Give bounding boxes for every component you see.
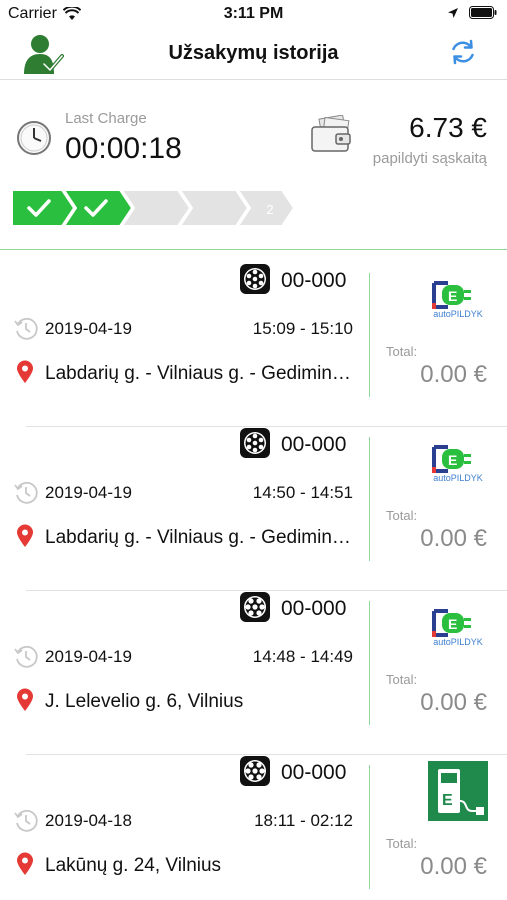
last-charge-label: Last Charge — [65, 110, 147, 127]
order-code: 00-000 — [281, 433, 347, 456]
type2-plug-icon — [239, 263, 271, 300]
ccs-plug-icon — [239, 755, 271, 792]
order-time: 15:09 - 15:10 — [252, 319, 353, 338]
history-clock-icon — [13, 316, 39, 347]
order-code: 00-000 — [281, 597, 347, 620]
svg-text:E: E — [448, 288, 457, 304]
svg-text:autoPILDYK: autoPILDYK — [433, 473, 483, 483]
refresh-icon[interactable] — [449, 38, 477, 71]
order-card-2[interactable]: 00-000 2019-04-19 14:50 - 14:51 Labdarių… — [0, 427, 507, 591]
progress-remaining-label: 2 — [266, 202, 273, 217]
order-address: J. Lelevelio g. 6, Vilnius — [45, 691, 244, 712]
history-clock-icon — [13, 808, 39, 839]
divider — [369, 601, 370, 725]
battery-icon — [469, 6, 497, 19]
topup-link[interactable]: papildyti sąskaitą — [373, 150, 487, 167]
total-label: Total: — [386, 672, 418, 687]
order-address: Lakūnų g. 24, Vilnius — [45, 855, 222, 876]
order-card-1[interactable]: 00-000 2019-04-19 15:09 - 15:10 Labdarių… — [0, 263, 507, 427]
svg-text:autoPILDYK: autoPILDYK — [433, 309, 483, 319]
type2-plug-icon — [239, 427, 271, 464]
navigation-bar: Užsakymų istorija — [0, 30, 507, 80]
svg-text:E: E — [442, 792, 453, 809]
order-time: 14:48 - 14:49 — [252, 647, 353, 666]
order-address: Labdarių g. - Vilniaus g. - Gedimino pr. — [45, 363, 355, 384]
order-address: Labdarių g. - Vilniaus g. - Gedimino pr. — [45, 527, 355, 548]
wallet-icon[interactable] — [310, 115, 354, 155]
account-balance: 6.73 € — [409, 112, 487, 143]
autopildyk-logo: EautoPILDYK — [428, 277, 488, 326]
clock-icon — [17, 121, 51, 155]
order-total: 0.00 € — [420, 853, 487, 880]
order-code: 00-000 — [281, 269, 347, 292]
status-bar: Carrier 3:11 PM — [0, 0, 507, 30]
order-card-4[interactable]: 00-000 2019-04-18 18:11 - 02:12 Lakūnų g… — [0, 755, 507, 900]
history-clock-icon — [13, 644, 39, 675]
divider — [369, 273, 370, 397]
location-arrow-icon — [448, 7, 458, 18]
svg-text:E: E — [448, 616, 457, 632]
progress-steps: 2 — [11, 189, 297, 231]
order-code: 00-000 — [281, 761, 347, 784]
order-date: 2019-04-19 — [45, 319, 132, 338]
ccs-plug-icon — [239, 591, 271, 628]
autopildyk-logo: EautoPILDYK — [428, 605, 488, 654]
divider — [369, 437, 370, 561]
order-time: 18:11 - 02:12 — [254, 811, 353, 830]
order-date: 2019-04-18 — [45, 811, 132, 830]
order-total: 0.00 € — [420, 525, 487, 552]
status-time: 3:11 PM — [223, 5, 284, 22]
total-label: Total: — [386, 836, 418, 851]
e-charging-station-logo: E — [428, 761, 488, 826]
page-title: Užsakymų istorija — [168, 42, 339, 64]
svg-text:autoPILDYK: autoPILDYK — [433, 637, 483, 647]
last-charge-value: 00:00:18 — [65, 132, 182, 165]
order-card-3[interactable]: 00-000 2019-04-19 14:48 - 14:49 J. Lelev… — [0, 591, 507, 755]
charge-summary: Last Charge 00:00:18 6.73 € papildyti są… — [0, 80, 507, 250]
history-clock-icon — [13, 480, 39, 511]
location-pin-icon — [16, 360, 34, 389]
total-label: Total: — [386, 508, 418, 523]
svg-text:E: E — [448, 452, 457, 468]
order-total: 0.00 € — [420, 689, 487, 716]
location-pin-icon — [16, 688, 34, 717]
autopildyk-logo: EautoPILDYK — [428, 441, 488, 490]
order-total: 0.00 € — [420, 361, 487, 388]
location-pin-icon — [16, 852, 34, 881]
order-date: 2019-04-19 — [45, 647, 132, 666]
order-time: 14:50 - 14:51 — [252, 483, 353, 502]
location-pin-icon — [16, 524, 34, 553]
divider — [369, 765, 370, 889]
total-label: Total: — [386, 344, 418, 359]
order-date: 2019-04-19 — [45, 483, 132, 502]
